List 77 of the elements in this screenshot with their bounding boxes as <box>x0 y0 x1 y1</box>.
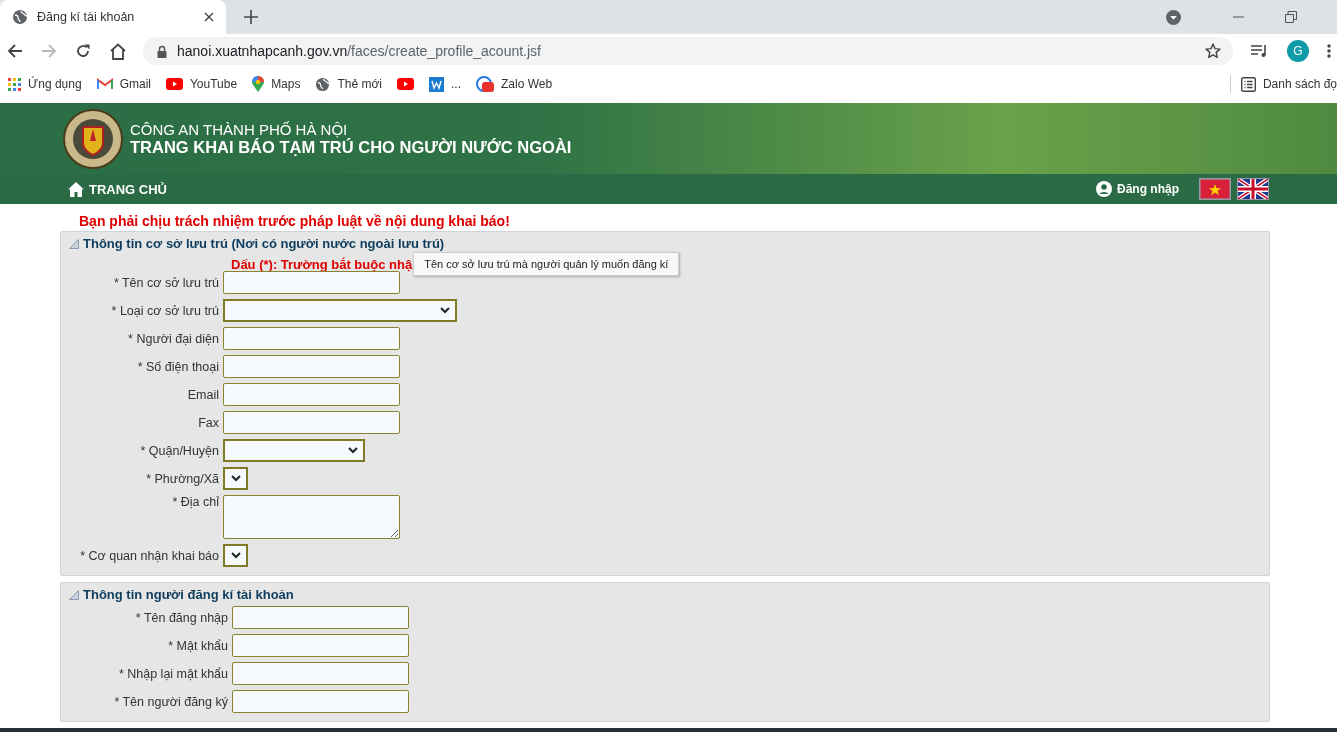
text-input[interactable] <box>223 355 400 378</box>
field-label: * Cơ quan nhận khai báo <box>80 548 219 563</box>
home-icon[interactable] <box>109 42 127 60</box>
star-icon[interactable] <box>1205 43 1221 59</box>
document-icon <box>429 76 444 92</box>
menu-icon[interactable] <box>1327 44 1331 58</box>
bookmark-item[interactable]: Thẻ mới <box>315 76 382 92</box>
field-label: Fax <box>198 415 219 430</box>
restore-icon[interactable] <box>1285 11 1297 23</box>
field-label: * Địa chỉ <box>172 495 219 509</box>
dropdown-select[interactable] <box>223 467 248 490</box>
bookmark-item[interactable]: Ứng dụng <box>8 77 82 91</box>
chevron-down-icon <box>231 552 241 559</box>
chevron-down-icon <box>348 447 358 454</box>
chevron-down-icon <box>231 475 241 482</box>
new-tab-icon[interactable] <box>244 10 258 24</box>
field-label: * Tên cơ sở lưu trú <box>113 275 219 290</box>
site-title: TRANG KHAI BÁO TẠM TRÚ CHO NGƯỜI NƯỚC NGOÀI <box>130 137 572 157</box>
bookmark-item[interactable]: YouTube <box>165 77 238 91</box>
lock-icon <box>157 44 167 58</box>
back-icon[interactable] <box>7 43 23 59</box>
vietnam-flag-icon[interactable] <box>1199 178 1231 200</box>
warning-message: Bạn phải chịu trách nhiệm trước pháp luật về nội dung khai báo! <box>79 213 511 229</box>
playlist-icon[interactable] <box>1251 44 1269 58</box>
field-label: * Phường/Xã <box>146 471 219 486</box>
text-input[interactable] <box>223 327 400 350</box>
field-label: * Người đại diện <box>128 331 219 346</box>
bookmark-item[interactable]: Maps <box>252 76 301 92</box>
field-label: * Tên người đăng ký <box>114 694 228 709</box>
home-link[interactable]: TRANG CHỦ <box>68 181 167 197</box>
field-label: * Số điện thoại <box>137 359 219 374</box>
collapse-triangle-icon[interactable] <box>69 589 79 600</box>
user-icon <box>1096 181 1112 197</box>
section-title: Thông tin người đăng kí tài khoản <box>83 587 294 602</box>
browser-tab[interactable]: Đăng kí tài khoản <box>0 0 226 34</box>
field-label: * Mật khẩu <box>168 638 228 653</box>
text-input[interactable] <box>223 411 400 434</box>
dropdown-icon[interactable] <box>1166 9 1181 25</box>
bookmark-item[interactable]: Gmail <box>96 77 151 91</box>
globe-icon <box>315 76 331 92</box>
play-icon <box>397 78 414 90</box>
agency-name: CÔNG AN THÀNH PHỐ HÀ NỘI <box>130 120 348 138</box>
house-icon <box>68 181 84 197</box>
bookmark-item[interactable]: Zalo Web <box>476 76 553 92</box>
text-input[interactable] <box>232 690 409 713</box>
tooltip: Tên cơ sở lưu trú mà người quản lý muốn đăng kí <box>413 252 680 276</box>
field-label: * Nhập lại mật khẩu <box>118 666 228 681</box>
collapse-triangle-icon[interactable] <box>69 238 79 249</box>
field-label: * Loại cơ sở lưu trú <box>111 303 219 318</box>
list-icon <box>1240 76 1256 92</box>
emblem-logo <box>63 108 123 169</box>
chevron-down-icon <box>440 307 450 314</box>
bookmark-item[interactable] <box>397 78 414 90</box>
apps-grid-icon <box>8 77 21 91</box>
field-label: * Quận/Huyện <box>140 443 219 458</box>
text-input[interactable] <box>232 606 409 629</box>
bookmark-item[interactable]: ... <box>429 76 462 92</box>
reading-list-item[interactable]: Danh sách đọ <box>1240 76 1337 92</box>
map-pin-icon <box>252 76 265 92</box>
text-area[interactable] <box>223 495 400 539</box>
text-input[interactable] <box>232 634 409 657</box>
address-bar[interactable]: hanoi.xuatnhapcanh.gov.vn/faces/create_profile_acount.jsf <box>143 37 1233 65</box>
text-input[interactable] <box>232 662 409 685</box>
login-link[interactable]: Đăng nhập <box>1096 181 1179 197</box>
text-input[interactable] <box>223 271 400 294</box>
close-icon[interactable] <box>204 12 214 22</box>
section-title: Thông tin cơ sở lưu trú (Nơi có người nước ngoài lưu trú) <box>83 236 445 251</box>
text-input[interactable] <box>223 383 400 406</box>
field-label: * Tên đăng nhập <box>135 610 228 625</box>
mail-icon <box>96 78 113 90</box>
dropdown-select[interactable] <box>223 544 248 567</box>
reload-icon[interactable] <box>75 43 91 59</box>
uk-flag-icon[interactable] <box>1237 178 1269 200</box>
chat-badge-icon <box>476 76 495 92</box>
globe-icon <box>12 9 28 25</box>
field-label: Email <box>187 387 219 402</box>
play-icon <box>165 78 183 90</box>
